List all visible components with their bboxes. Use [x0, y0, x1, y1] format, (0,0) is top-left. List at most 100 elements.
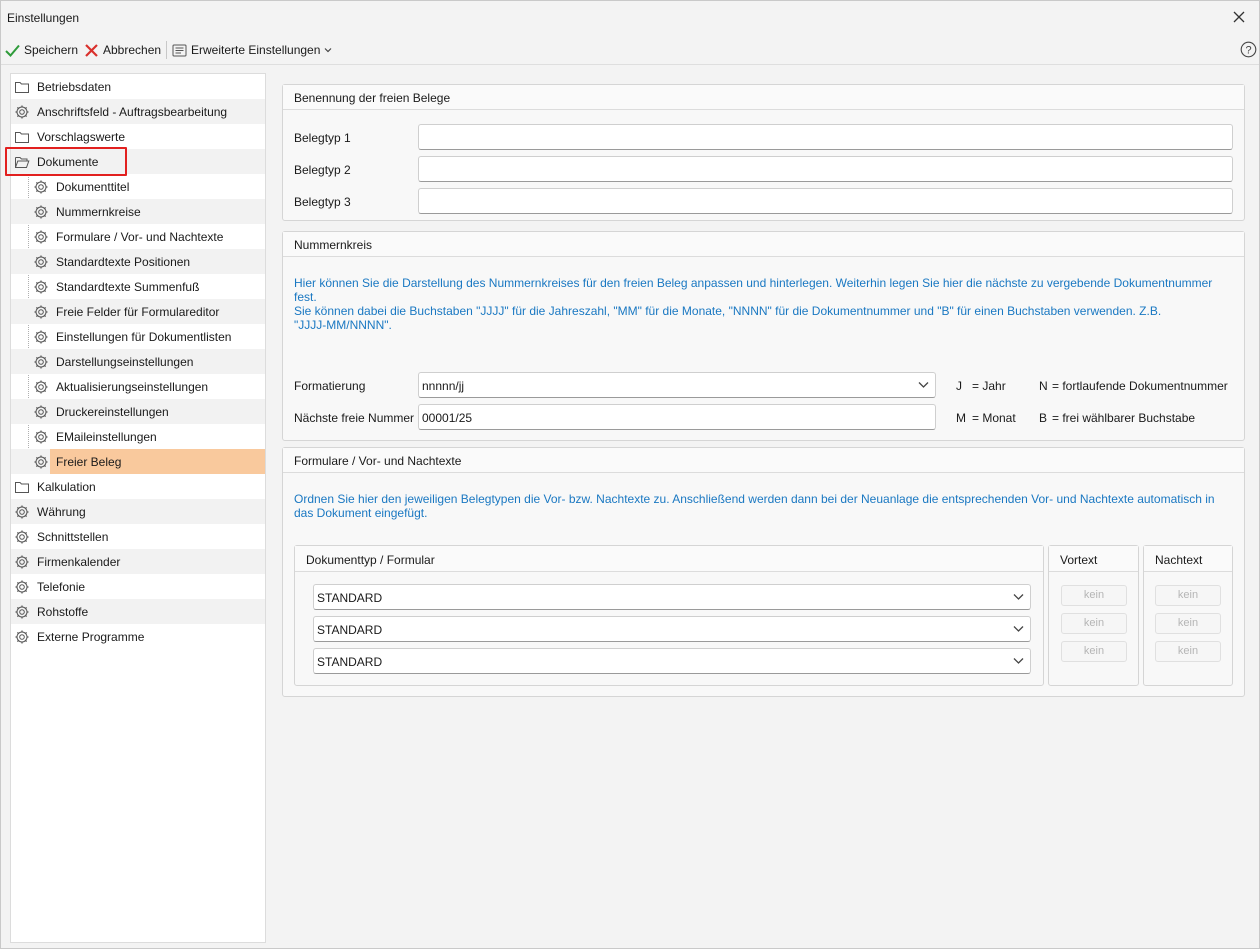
close-icon[interactable] [1231, 9, 1247, 25]
tree-item-label: EMaileinstellungen [56, 429, 157, 444]
folder-icon [15, 131, 29, 143]
tree-item-waehrung[interactable]: Währung [11, 499, 265, 524]
cancel-x-icon [85, 43, 98, 57]
vortext-button-1[interactable]: kein [1061, 585, 1127, 606]
tree-item-freier-beleg[interactable]: Freier Beleg [11, 449, 265, 474]
vortext-button-3[interactable]: kein [1061, 641, 1127, 662]
belegtyp1-input[interactable] [418, 124, 1233, 150]
folder-icon [15, 81, 29, 93]
legend-m-key: M [956, 411, 966, 425]
nachtext-button-3[interactable]: kein [1155, 641, 1221, 662]
tree-item-dokumenttitel[interactable]: Dokumenttitel [11, 174, 265, 199]
tree-item-telefonie[interactable]: Telefonie [11, 574, 265, 599]
gear-icon [15, 580, 29, 593]
form-combo-value: STANDARD [317, 591, 383, 605]
nachtext-button-2[interactable]: kein [1155, 613, 1221, 634]
nachtext-button-1[interactable]: kein [1155, 585, 1221, 606]
gear-icon [34, 180, 48, 193]
cancel-button[interactable]: Abbrechen [84, 41, 161, 59]
tree-item-vorschlagswerte[interactable]: Vorschlagswerte [11, 124, 265, 149]
gear-icon [34, 330, 48, 343]
gear-icon [15, 605, 29, 618]
gear-icon [34, 405, 48, 418]
window-title: Einstellungen [7, 11, 80, 25]
svg-text:?: ? [1245, 45, 1251, 57]
cancel-button-label: Abbrechen [103, 43, 162, 57]
form-combo-1[interactable]: STANDARD [313, 584, 1031, 610]
toolbar: Speichern Abbrechen Erweiterte Einstellu… [1, 35, 1259, 65]
tree-item-anschriftsfeld[interactable]: Anschriftsfeld - Auftragsbearbeitung [11, 99, 265, 124]
belegtyp3-input[interactable] [418, 188, 1233, 214]
gear-icon [34, 455, 48, 468]
tree-item-firmenkalender[interactable]: Firmenkalender [11, 549, 265, 574]
tree-item-standardtexte-summenfuss[interactable]: Standardtexte Summenfuß [11, 274, 265, 299]
tree-item-label: Druckereinstellungen [56, 404, 169, 419]
form-combo-2[interactable]: STANDARD [313, 616, 1031, 642]
gear-icon [34, 230, 48, 243]
tree-item-schnittstellen[interactable]: Schnittstellen [11, 524, 265, 549]
formatierung-combo[interactable]: nnnnn/jj [418, 372, 936, 398]
formulare-info: Ordnen Sie hier den jeweiligen Belegtype… [294, 492, 1215, 520]
legend-j-text: = Jahr [972, 379, 1006, 393]
tree-item-email[interactable]: EMaileinstellungen [11, 424, 265, 449]
tree-item-label: Standardtexte Positionen [56, 254, 191, 269]
tree-item-kalkulation[interactable]: Kalkulation [11, 474, 265, 499]
gear-icon [34, 205, 48, 218]
legend-n-key: N [1039, 379, 1048, 393]
gear-icon [34, 380, 48, 393]
folder-icon [15, 481, 29, 493]
advanced-settings-dropdown[interactable]: Erweiterte Einstellungen [172, 41, 332, 59]
tree-item-label: Firmenkalender [37, 554, 121, 569]
chevron-down-icon [324, 48, 332, 53]
tree-item-freie-felder[interactable]: Freie Felder für Formulareditor [11, 299, 265, 324]
nummernkreis-group: Nummernkreis Hier können Sie die Darstel… [282, 231, 1245, 441]
tree-item-label: Anschriftsfeld - Auftragsbearbeitung [37, 104, 228, 119]
tree-item-label: Darstellungseinstellungen [56, 354, 194, 369]
vortext-header: Vortext [1049, 546, 1138, 572]
tree-item-label: Dokumenttitel [56, 179, 130, 194]
group-title: Formulare / Vor- und Nachtexte [283, 448, 1244, 473]
tree-item-label: Aktualisierungseinstellungen [56, 379, 209, 394]
vortext-panel: Vortext kein kein kein [1048, 545, 1139, 686]
settings-list-icon [172, 44, 187, 56]
legend-b-text: = frei wählbarer Buchstabe [1052, 411, 1196, 425]
form-combo-value: STANDARD [317, 655, 383, 669]
settings-window: Einstellungen Speichern Abbrechen Erweit… [0, 0, 1260, 949]
toolbar-separator [166, 41, 167, 59]
form-combo-3[interactable]: STANDARD [313, 648, 1031, 674]
tree-item-label: Freier Beleg [56, 454, 122, 469]
save-button[interactable]: Speichern [5, 41, 78, 59]
tree-item-betriebsdaten[interactable]: Betriebsdaten [11, 74, 265, 99]
naechste-nummer-input[interactable]: 00001/25 [418, 404, 936, 430]
belegtyp2-input[interactable] [418, 156, 1233, 182]
annotation-highlight-box [5, 147, 127, 176]
formulare-group: Formulare / Vor- und Nachtexte Ordnen Si… [282, 447, 1245, 697]
tree-item-standardtexte-positionen[interactable]: Standardtexte Positionen [11, 249, 265, 274]
formatierung-label: Formatierung [294, 379, 366, 393]
naechste-nummer-label: Nächste freie Nummer [294, 411, 415, 425]
tree-item-label: Kalkulation [37, 479, 96, 494]
title-bar: Einstellungen [1, 1, 1259, 35]
vortext-button-2[interactable]: kein [1061, 613, 1127, 634]
group-title: Benennung der freien Belege [283, 85, 1244, 110]
belegtyp3-label: Belegtyp 3 [294, 195, 351, 209]
help-icon[interactable]: ? [1240, 41, 1257, 58]
nachtext-panel: Nachtext kein kein kein [1143, 545, 1233, 686]
benennung-group: Benennung der freien Belege Belegtyp 1 B… [282, 84, 1245, 221]
tree-item-rohstoffe[interactable]: Rohstoffe [11, 599, 265, 624]
legend-n-text: = fortlaufende Dokumentnummer [1052, 379, 1228, 393]
tree-item-drucker[interactable]: Druckereinstellungen [11, 399, 265, 424]
tree-item-label: Währung [37, 504, 86, 519]
gear-icon [15, 105, 29, 118]
gear-icon [34, 430, 48, 443]
tree-item-dokumentlisten[interactable]: Einstellungen für Dokumentlisten [11, 324, 265, 349]
nummernkreis-info-1: Hier können Sie die Darstellung des Numm… [294, 276, 1213, 304]
tree-item-darstellung[interactable]: Darstellungseinstellungen [11, 349, 265, 374]
legend-m-text: = Monat [972, 411, 1016, 425]
tree-item-formulare[interactable]: Formulare / Vor- und Nachtexte [11, 224, 265, 249]
nachtext-header: Nachtext [1144, 546, 1232, 572]
tree-item-nummernkreise[interactable]: Nummernkreise [11, 199, 265, 224]
formatierung-value: nnnnn/jj [422, 379, 465, 393]
tree-item-aktualisierung[interactable]: Aktualisierungseinstellungen [11, 374, 265, 399]
tree-item-externe-programme[interactable]: Externe Programme [11, 624, 265, 649]
